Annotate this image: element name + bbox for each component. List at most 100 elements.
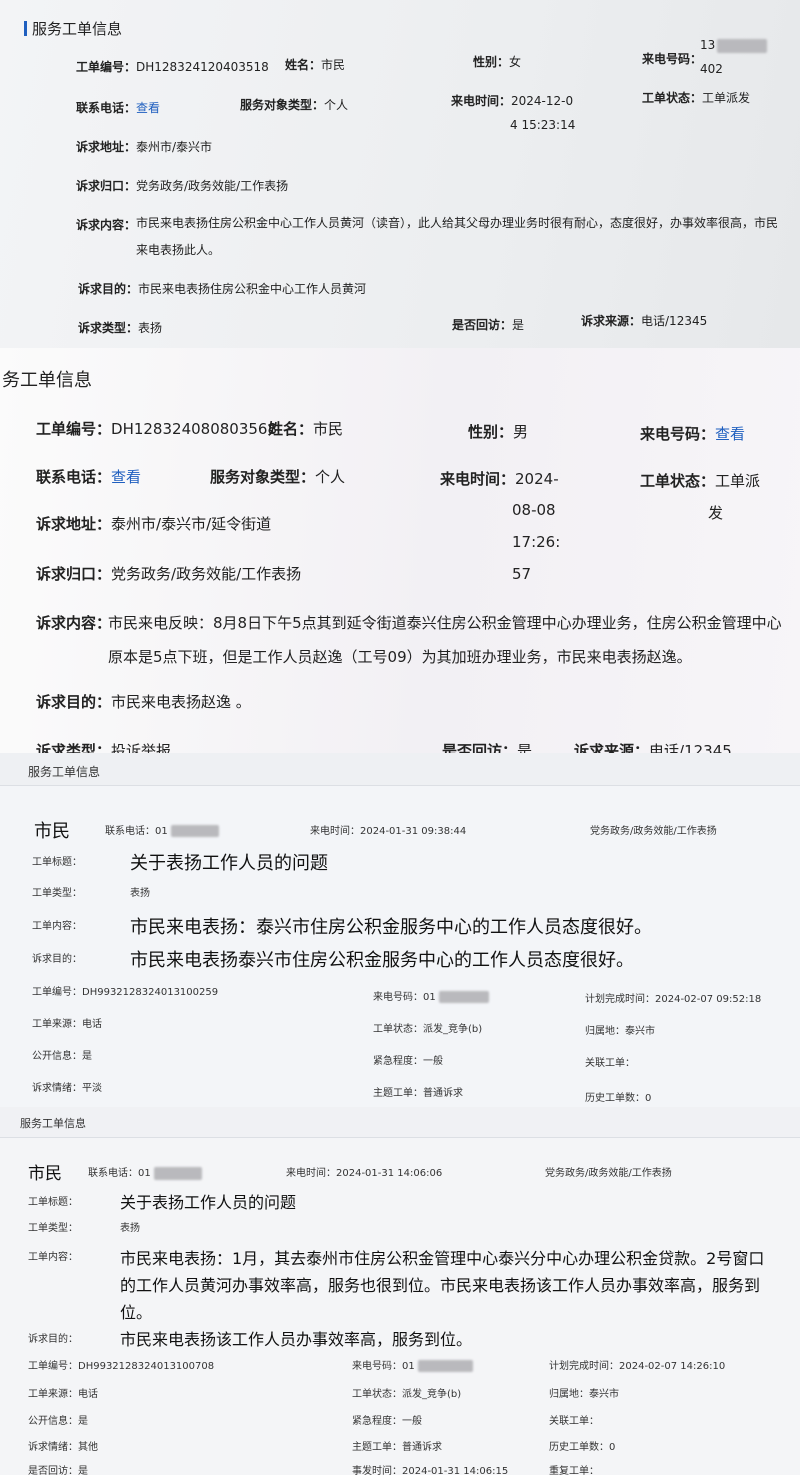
view-caller-number-link[interactable]: 查看 <box>715 425 745 443</box>
field-region: 归属地：泰兴市 <box>585 1026 655 1037</box>
field-call-time: 来电时间：2024-12-0 <box>451 94 574 108</box>
field-content-label: 诉求内容： <box>76 218 137 232</box>
field-source: 工单来源：电话 <box>28 1389 98 1400</box>
field-caller-number: 来电号码：01 <box>373 988 489 1003</box>
content-line-2: 原本是5点下班，但是工作人员赵逸（工号09）为其加班办理业务，市民来电表扬赵逸。 <box>108 648 692 666</box>
ticket-panel-4: 服务工单信息 市民 联系电话：01 来电时间：2024-01-31 14:06:… <box>0 1107 800 1475</box>
redacted-block <box>153 1166 202 1180</box>
content-line-2: 来电表扬此人。 <box>136 243 221 257</box>
field-contact-phone: 联系电话：01 <box>105 822 219 837</box>
field-address: 诉求地址：泰州市/泰兴市/延令街道 <box>36 515 272 533</box>
field-type-label: 工单类型： <box>28 1223 78 1234</box>
field-service-type: 服务对象类型：个人 <box>240 98 349 112</box>
ticket-subject: 关于表扬工作人员的问题 <box>120 1193 297 1212</box>
field-history-count: 历史工单数：0 <box>585 1093 652 1104</box>
field-repeat-ticket: 重复工单： <box>549 1466 599 1475</box>
content-line-1: 市民来电反映：8月8日下午5点其到延令街道泰兴住房公积金管理中心办理业务，住房公… <box>108 614 782 632</box>
field-caller-number: 来电号码：01 <box>352 1357 473 1372</box>
ticket-goal: 市民来电表扬泰兴市住房公积金服务中心的工作人员态度很好。 <box>130 950 634 971</box>
field-source: 诉求来源：电话/12345 <box>574 742 732 753</box>
ticket-panel-3: 服务工单信息 市民 联系电话：01 来电时间：2024-01-31 09:38:… <box>0 753 800 1107</box>
field-content-label: 工单内容： <box>32 921 82 932</box>
field-request-type: 诉求类型：投诉举报 <box>36 742 172 753</box>
field-call-time: 来电时间：2024- <box>440 470 559 488</box>
field-event-time: 事发时间：2024-01-31 14:06:15 <box>352 1466 509 1475</box>
ticket-status-continued: 发 <box>708 504 724 522</box>
field-status: 工单状态：派发_竞争(b) <box>352 1389 462 1400</box>
field-subject-label: 工单标题： <box>32 857 82 868</box>
field-category: 党务政务/政务效能/工作表扬 <box>590 826 717 837</box>
field-source: 工单来源：电话 <box>32 1019 102 1030</box>
field-subject-label: 工单标题： <box>28 1197 78 1208</box>
field-plan-time: 计划完成时间：2024-02-07 09:52:18 <box>585 994 762 1005</box>
ticket-type: 表扬 <box>130 888 150 899</box>
call-time-line-4: 57 <box>512 565 532 583</box>
field-goal-label: 诉求目的： <box>32 954 82 965</box>
field-revisit: 是否回访：是 <box>28 1466 88 1475</box>
view-phone-link[interactable]: 查看 <box>136 101 160 115</box>
ticket-content: 市民来电表扬：1月，其去泰州市住房公积金管理中心泰兴分中心办理公积金贷款。2号窗… <box>120 1249 765 1322</box>
field-emotion: 诉求情绪：其他 <box>28 1442 98 1453</box>
panel-title: 服务工单信息 <box>28 765 101 779</box>
field-gender: 性别：女 <box>473 55 522 69</box>
field-urgency: 紧急程度：一般 <box>352 1416 422 1427</box>
ticket-subject: 关于表扬工作人员的问题 <box>130 853 328 874</box>
field-call-time: 来电时间：2024-01-31 14:06:06 <box>286 1168 443 1179</box>
caller-number-suffix: 402 <box>700 62 723 76</box>
field-ticket-id: 工单编号：DH9932128324013100259 <box>32 987 219 998</box>
field-ticket-status: 工单状态：工单派发 <box>642 91 751 105</box>
content-line-1: 市民来电表扬住房公积金中心工作人员黄河（读音），此人给其父母办理业务时很有耐心，… <box>136 216 779 230</box>
field-revisit: 是否回访：是 <box>452 318 525 332</box>
panel-title: 务工单信息 <box>2 370 92 391</box>
field-public: 公开信息：是 <box>28 1416 88 1427</box>
redacted-block <box>438 991 489 1003</box>
field-category: 党务政务/政务效能/工作表扬 <box>545 1168 672 1179</box>
field-contact-phone: 联系电话：01 <box>88 1164 202 1180</box>
field-name: 姓名：市民 <box>268 420 344 438</box>
field-source: 诉求来源：电话/12345 <box>581 314 708 328</box>
view-phone-link[interactable]: 查看 <box>111 468 141 486</box>
field-related: 关联工单： <box>549 1416 599 1427</box>
field-goal: 诉求目的：市民来电表扬住房公积金中心工作人员黄河 <box>78 282 367 296</box>
field-category: 诉求归口：党务政务/政务效能/工作表扬 <box>36 565 302 583</box>
field-contact-phone: 联系电话：查看 <box>76 101 161 115</box>
ticket-goal: 市民来电表扬该工作人员办事效率高，服务到位。 <box>120 1330 473 1349</box>
caller-name: 市民 <box>34 821 70 842</box>
field-request-type: 诉求类型：表扬 <box>78 321 163 335</box>
field-status: 工单状态：派发_竞争(b) <box>373 1024 483 1035</box>
field-gender: 性别：男 <box>468 423 529 441</box>
field-public: 公开信息：是 <box>32 1051 92 1062</box>
caller-name: 市民 <box>28 1164 62 1184</box>
ticket-content: 市民来电表扬：泰兴市住房公积金服务中心的工作人员态度很好。 <box>130 917 652 938</box>
field-content-label: 工单内容： <box>28 1252 78 1263</box>
field-content-label: 诉求内容： <box>36 614 112 632</box>
redacted-block <box>717 38 768 53</box>
field-urgency: 紧急程度：一般 <box>373 1056 443 1067</box>
field-related: 关联工单： <box>585 1058 635 1069</box>
field-plan-time: 计划完成时间：2024-02-07 14:26:10 <box>549 1361 726 1372</box>
panel-title: 服务工单信息 <box>24 18 122 39</box>
call-time-continued: 4 15:23:14 <box>510 118 576 132</box>
field-type-label: 工单类型： <box>32 888 82 899</box>
field-contact-phone: 联系电话：查看 <box>36 468 142 486</box>
call-time-line-3: 17:26: <box>512 533 561 551</box>
field-emotion: 诉求情绪：平淡 <box>32 1083 102 1094</box>
field-goal-label: 诉求目的： <box>28 1334 78 1345</box>
field-ticket-id: 工单编号：DH128324080803568 <box>36 420 277 438</box>
field-main-ticket: 主题工单：普通诉求 <box>352 1442 442 1453</box>
caller-number-partial: 13 <box>700 38 768 53</box>
ticket-panel-1: 服务工单信息 工单编号：DH128324120403518 姓名：市民 性别：女… <box>0 0 800 348</box>
field-address: 诉求地址：泰州市/泰兴市 <box>76 140 213 154</box>
panel-title: 服务工单信息 <box>20 1117 86 1130</box>
field-ticket-id: 工单编号：DH9932128324013100708 <box>28 1361 215 1372</box>
field-revisit: 是否回访：是 <box>442 742 533 753</box>
ticket-type: 表扬 <box>120 1223 140 1234</box>
field-ticket-id: 工单编号：DH128324120403518 <box>76 60 269 74</box>
field-call-time: 来电时间：2024-01-31 09:38:44 <box>310 826 467 837</box>
ticket-panel-2: 务工单信息 工单编号：DH128324080803568 姓名：市民 性别：男 … <box>0 348 800 753</box>
field-main-ticket: 主题工单：普通诉求 <box>373 1088 463 1099</box>
field-history-count: 历史工单数：0 <box>549 1442 616 1453</box>
field-ticket-status: 工单状态：工单派 <box>640 472 761 490</box>
field-category: 诉求归口：党务政务/政务效能/工作表扬 <box>76 179 289 193</box>
field-name: 姓名：市民 <box>285 58 346 72</box>
